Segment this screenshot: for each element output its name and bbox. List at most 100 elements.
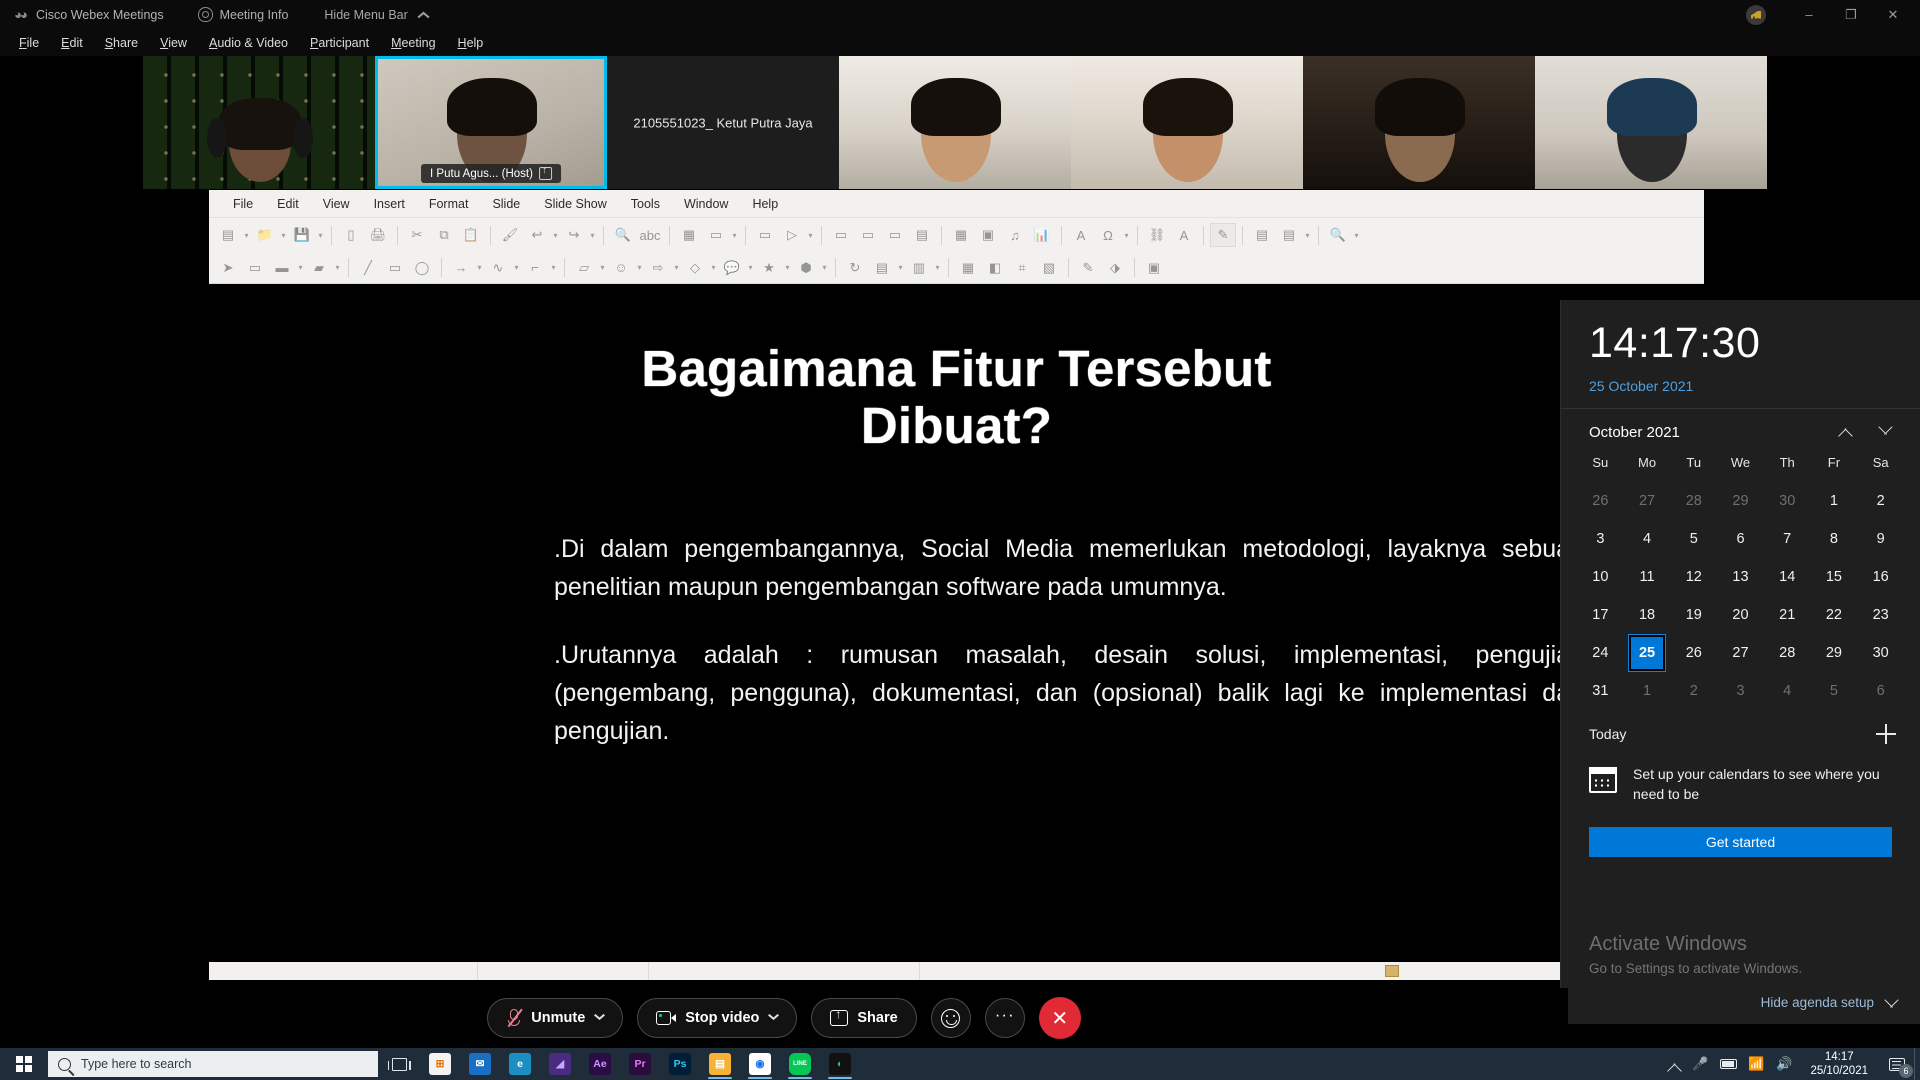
wondershare-icon[interactable]: ◢ — [540, 1048, 580, 1080]
calendar-day[interactable]: 3 — [1717, 674, 1764, 708]
calendar-day[interactable]: 10 — [1577, 560, 1624, 594]
block-arrows-icon[interactable]: ⇨ — [645, 256, 671, 280]
share-button[interactable]: Share — [811, 998, 917, 1038]
participant-thumbnail[interactable]: I Putu Agus... (Host) — [375, 56, 607, 189]
unmute-button[interactable]: Unmute — [487, 998, 624, 1038]
calendar-day[interactable]: 23 — [1857, 598, 1904, 632]
dropdown-caret-icon[interactable]: ▾ — [1122, 223, 1131, 247]
insert-line-icon[interactable]: ╱ — [355, 256, 381, 280]
search-input[interactable]: Type here to search — [48, 1051, 378, 1077]
calendar-day[interactable]: 30 — [1857, 636, 1904, 670]
end-meeting-button[interactable]: ✕ — [1038, 997, 1081, 1039]
dropdown-caret-icon[interactable]: ▾ — [512, 256, 521, 280]
textbox-icon[interactable]: A — [1068, 223, 1094, 247]
calendar-day[interactable]: 7 — [1764, 522, 1811, 556]
calendar-day[interactable]: 5 — [1811, 674, 1858, 708]
clone-formatting-icon[interactable]: 🖌 — [497, 223, 523, 247]
webex-menu-participant[interactable]: Participant — [299, 36, 380, 50]
impress-menu-help[interactable]: Help — [740, 197, 790, 211]
dropdown-caret-icon[interactable]: ▾ — [296, 256, 305, 280]
export-pdf-icon[interactable]: ▯ — [338, 223, 364, 247]
participant-thumbnail[interactable] — [143, 56, 375, 189]
zoom-fit-icon[interactable]: ▭ — [242, 256, 268, 280]
display-grid-icon[interactable]: ▦ — [676, 223, 702, 247]
dropdown-caret-icon[interactable]: ▾ — [933, 256, 942, 280]
mail-icon[interactable]: ✉ — [460, 1048, 500, 1080]
dropdown-caret-icon[interactable]: ▾ — [806, 223, 815, 247]
impress-menu-edit[interactable]: Edit — [265, 197, 311, 211]
new-document-icon[interactable]: ▤ — [215, 223, 241, 247]
chevron-down-icon[interactable] — [1876, 423, 1894, 441]
meeting-info-button[interactable]: Meeting Info — [197, 7, 288, 22]
calendar-day[interactable]: 27 — [1717, 636, 1764, 670]
get-started-button[interactable]: Get started — [1589, 826, 1892, 857]
dropdown-caret-icon[interactable]: ▾ — [551, 223, 560, 247]
calendar-day[interactable]: 11 — [1624, 560, 1671, 594]
chevron-down-icon[interactable] — [768, 1015, 778, 1021]
spelling-icon[interactable]: abc — [637, 223, 663, 247]
undo-icon[interactable]: ↩ — [524, 223, 550, 247]
impress-menu-tools[interactable]: Tools — [619, 197, 672, 211]
dropdown-caret-icon[interactable]: ▾ — [316, 223, 325, 247]
3d-objects-icon[interactable]: ⬢ — [793, 256, 819, 280]
calendar-day[interactable]: 1 — [1811, 484, 1858, 518]
calendar-day[interactable]: 21 — [1764, 598, 1811, 632]
dropdown-caret-icon[interactable]: ▾ — [672, 256, 681, 280]
impress-menu-format[interactable]: Format — [417, 197, 481, 211]
stars-icon[interactable]: ★ — [756, 256, 782, 280]
dropdown-caret-icon[interactable]: ▾ — [730, 223, 739, 247]
dropdown-caret-icon[interactable]: ▾ — [1352, 223, 1361, 247]
more-options-button[interactable]: ··· — [984, 998, 1025, 1038]
microphone-icon[interactable]: 🎤 — [1686, 1048, 1714, 1080]
dropdown-caret-icon[interactable]: ▾ — [333, 256, 342, 280]
calendar-day[interactable]: 2 — [1670, 674, 1717, 708]
reactions-button[interactable] — [930, 998, 971, 1038]
calendar-day[interactable]: 15 — [1811, 560, 1858, 594]
image-icon[interactable]: ▣ — [975, 223, 1001, 247]
calendar-day[interactable]: 20 — [1717, 598, 1764, 632]
participant-thumbnail[interactable] — [839, 56, 1071, 189]
paste-icon[interactable]: 📋 — [458, 223, 484, 247]
save-icon[interactable]: 💾 — [289, 223, 315, 247]
stop-video-button[interactable]: Stop video — [637, 998, 798, 1038]
calendar-day[interactable]: 13 — [1717, 560, 1764, 594]
show-desktop-icon[interactable] — [1914, 1048, 1920, 1080]
impress-menu-insert[interactable]: Insert — [362, 197, 417, 211]
dropdown-caret-icon[interactable]: ▾ — [549, 256, 558, 280]
calendar-day[interactable]: 12 — [1670, 560, 1717, 594]
zoom-icon[interactable]: 🔍 — [1325, 223, 1351, 247]
calendar-day-today[interactable]: 25 — [1624, 635, 1671, 671]
calendar-day[interactable]: 3 — [1577, 522, 1624, 556]
align-icon[interactable]: ▤ — [869, 256, 895, 280]
month-label[interactable]: October 2021 — [1589, 424, 1680, 441]
dropdown-caret-icon[interactable]: ▾ — [896, 256, 905, 280]
calendar-day[interactable]: 24 — [1577, 636, 1624, 670]
layout-icon[interactable]: ▤ — [909, 223, 935, 247]
rotate-icon[interactable]: ↻ — [842, 256, 868, 280]
copy-icon[interactable]: ⧉ — [431, 223, 457, 247]
calendar-day[interactable]: 28 — [1670, 484, 1717, 518]
basic-shapes-icon[interactable]: ▱ — [571, 256, 597, 280]
maximize-button[interactable]: ❐ — [1830, 0, 1872, 29]
wifi-icon[interactable]: 📶 — [1742, 1048, 1770, 1080]
rectangle-icon[interactable]: ▭ — [382, 256, 408, 280]
chevron-down-icon[interactable] — [594, 1015, 604, 1021]
calendar-day[interactable]: 22 — [1811, 598, 1858, 632]
calendar-day[interactable]: 14 — [1764, 560, 1811, 594]
find-replace-icon[interactable]: 🔍 — [610, 223, 636, 247]
dropdown-caret-icon[interactable]: ▾ — [242, 223, 251, 247]
webex-icon[interactable]: ◐ — [820, 1048, 860, 1080]
table-icon[interactable]: ▦ — [948, 223, 974, 247]
calendar-day[interactable]: 31 — [1577, 674, 1624, 708]
print-icon[interactable]: 🖨 — [365, 223, 391, 247]
photoshop-icon[interactable]: Ps — [660, 1048, 700, 1080]
toggle-extrusion-icon[interactable]: ▣ — [1141, 256, 1167, 280]
arrange-icon[interactable]: ▥ — [906, 256, 932, 280]
chevron-up-icon[interactable] — [1836, 423, 1854, 441]
media-icon[interactable]: ♫ — [1002, 223, 1028, 247]
open-file-icon[interactable]: 📁 — [252, 223, 278, 247]
calendar-day[interactable]: 17 — [1577, 598, 1624, 632]
calendar-day[interactable]: 9 — [1857, 522, 1904, 556]
network-quality-icon[interactable] — [1746, 4, 1766, 25]
impress-menu-slide[interactable]: Slide — [480, 197, 532, 211]
